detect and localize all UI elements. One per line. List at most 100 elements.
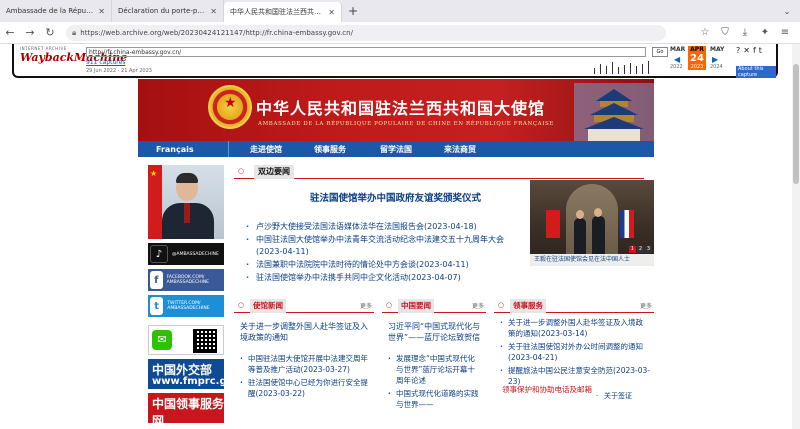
photo-page-button[interactable]: 3 <box>645 246 652 253</box>
list-item[interactable]: 中国驻法国大使馆举办中法青年交流活动纪念中法建交五十九周年大会(2023-04-… <box>246 234 524 258</box>
consular-protection-notice[interactable]: 领事保护和协助电话及邮箱 <box>502 384 592 395</box>
forward-arrow-icon[interactable]: → <box>20 23 40 43</box>
list-item[interactable]: 驻法国使馆举办中法携手共同中企文化活动(2023-04-07) <box>246 272 524 284</box>
tiktok-link[interactable]: ♪ @AMBASSADECHINE <box>148 243 224 265</box>
box-title[interactable]: 使馆新闻 <box>250 299 286 313</box>
list-item[interactable]: 中国驻法国大使馆开展中法建交周年等普及推广活动(2023-03-27) <box>240 353 370 375</box>
photo-person <box>592 216 605 256</box>
box-lead[interactable]: 习近平同“中国式现代化与世界”——蓝厅论坛致贺信 <box>388 321 486 343</box>
page-scrollbar[interactable] <box>792 44 800 429</box>
browser-tab-2[interactable]: Déclaration du porte-parole de l'Amb ✕ <box>112 0 224 22</box>
tiktok-label: @AMBASSADECHINE <box>172 251 219 257</box>
menu-icon[interactable]: ≡ <box>776 23 794 43</box>
menu-item-embassy[interactable]: 走进使馆 <box>250 144 282 155</box>
menu-francais[interactable]: Français <box>156 145 194 154</box>
box-title[interactable]: 中国要闻 <box>398 299 434 313</box>
wayback-logo[interactable]: INTERNET ARCHIVE WaybackMachine <box>20 46 127 72</box>
more-link[interactable]: 更多 <box>360 301 372 310</box>
facebook-label: FACEBOOK.COM/ AMBASSADECHINE <box>166 275 210 285</box>
photo-person-head <box>594 208 602 217</box>
browser-tab-1[interactable]: Ambassade de la République Popul ✕ <box>0 0 112 22</box>
chevron-down-icon[interactable]: ⌄ <box>774 0 800 22</box>
list-item[interactable]: 关于进一步调整外国人赴华签证及入境政策的通知(2023-03-14) <box>500 317 650 339</box>
browser-tab-bar: Ambassade de la République Popul ✕ Décla… <box>0 0 800 22</box>
extensions-icon[interactable]: ✦ <box>756 23 774 43</box>
site-title: 中华人民共和国驻法兰西共和国大使馆 <box>256 99 546 118</box>
twitter-label: TWITTER.COM/ AMBASSADECHINE <box>167 301 210 311</box>
mfa-link[interactable]: 中国外交部 www.fmprc.gov.cn <box>148 359 256 389</box>
shield-icon[interactable]: ⛉ <box>716 23 734 43</box>
site-banner: ★ 中华人民共和国驻法兰西共和国大使馆 AMBASSADE DE LA RÉPU… <box>138 79 654 141</box>
wayback-go-button[interactable]: Go <box>652 47 668 57</box>
photo-page-button[interactable]: 2 <box>637 246 644 253</box>
share-icon[interactable]: f <box>753 46 756 55</box>
more-link[interactable]: 更多 <box>472 301 484 310</box>
twitter-icon[interactable]: t <box>759 46 762 55</box>
list-item[interactable]: 卢沙野大使接受法国法语媒体法华在法国报告会(2023-04-18) <box>246 221 524 233</box>
address-bar[interactable]: 🔒︎ https://web.archive.org/web/202304241… <box>66 24 666 41</box>
list-item[interactable]: 发展理念“中国式现代化与世界”蓝厅论坛开幕十周年论述 <box>388 353 482 386</box>
list-item[interactable]: 关于驻法国使馆对外办公时间调整的通知(2023-04-21) <box>500 341 650 363</box>
close-icon[interactable]: ✕ <box>743 46 750 55</box>
wayback-captures-link[interactable]: 911 captures <box>86 59 125 66</box>
wayback-year-prev[interactable]: 2022 <box>670 64 683 70</box>
photo-pager: 1 2 3 <box>629 246 652 253</box>
wayback-month-prev[interactable]: MAR <box>670 46 685 53</box>
more-link[interactable]: 更多 <box>640 301 652 310</box>
back-arrow-icon[interactable]: ← <box>0 23 20 43</box>
site-subtitle: AMBASSADE DE LA RÉPUBLIQUE POPULAIRE DE … <box>258 121 555 127</box>
photo-person-head <box>576 210 584 219</box>
news-headline[interactable]: 驻法国使馆举办中国政府友谊奖颁奖仪式 <box>310 190 481 204</box>
wayback-year-next[interactable]: 2024 <box>710 64 723 70</box>
list-item[interactable]: 驻法国使馆中心已经为你进行安全提醒(2023-03-22) <box>240 377 370 399</box>
wechat-icon: ✉ <box>152 330 172 350</box>
box-list: 关于进一步调整外国人赴华签证及入境政策的通知(2023-03-14) 关于驻法国… <box>500 317 650 389</box>
photo-page-button[interactable]: 1 <box>629 246 636 253</box>
browser-tab-3-active[interactable]: 中华人民共和国驻法兰西共和国大使馆 ✕ <box>224 2 342 22</box>
twitter-icon: t <box>150 297 164 315</box>
download-icon[interactable]: ⤓ <box>736 23 754 43</box>
tab-title: 中华人民共和国驻法兰西共和国大使馆 <box>230 8 324 16</box>
tab-title: Ambassade de la République Popul <box>6 7 95 15</box>
menu-item-study[interactable]: 留学法国 <box>380 144 412 155</box>
photo-caption[interactable]: 王毅在驻法国使馆会见在法中国人士 <box>530 254 654 266</box>
about-capture-button[interactable]: About this capture <box>736 66 776 78</box>
prev-capture-icon[interactable]: ◀ <box>674 55 680 64</box>
photo-person <box>574 218 586 256</box>
qr-code-icon <box>193 329 217 353</box>
wayback-sparkline[interactable] <box>314 60 654 74</box>
list-item[interactable]: 法国兼职中法院院中法时待的情论处中方会谈(2023-04-11) <box>246 259 524 271</box>
ambassador-photo[interactable]: ★ <box>148 165 224 239</box>
reload-icon[interactable]: ↻ <box>40 23 60 43</box>
next-capture-icon[interactable]: ▶ <box>712 55 718 64</box>
main-menu: Français 走进使馆 领事服务 留学法国 来法商贸 <box>138 141 654 157</box>
twitter-link[interactable]: t TWITTER.COM/ AMBASSADECHINE <box>148 295 224 317</box>
wayback-day: 24 <box>688 53 706 64</box>
list-item[interactable]: 中国式现代化道路的实践与世界—— <box>388 388 482 410</box>
close-icon[interactable]: ✕ <box>98 7 105 16</box>
facebook-icon: f <box>150 271 163 289</box>
menu-item-trade[interactable]: 来法商贸 <box>444 144 476 155</box>
consular-service-link[interactable]: 中国领事服务网 <box>148 393 224 428</box>
close-icon[interactable]: ✕ <box>328 8 335 17</box>
wechat-qr[interactable]: ✉ <box>148 325 224 355</box>
star-icon[interactable]: ☆ <box>696 23 714 43</box>
section-icon: ○ <box>238 167 245 175</box>
temple-of-heaven-icon <box>574 83 654 141</box>
close-icon[interactable]: ✕ <box>210 7 217 16</box>
tab-bilateral-news[interactable]: 双边要闻 <box>254 165 294 179</box>
facebook-link[interactable]: f FACEBOOK.COM/ AMBASSADECHINE <box>148 269 224 291</box>
box-header: ○ 中国要闻 更多 <box>382 299 486 313</box>
menu-item-consular[interactable]: 领事服务 <box>314 144 346 155</box>
wayback-month-next[interactable]: MAY <box>710 46 724 53</box>
box-lead[interactable]: 关于进一步调整外国人赴华签证及入境政策的通知 <box>240 321 374 343</box>
new-tab-icon[interactable]: + <box>342 0 364 22</box>
scroll-thumb[interactable] <box>793 64 799 184</box>
national-emblem-icon: ★ <box>208 85 252 129</box>
visa-link[interactable]: 关于签证 <box>596 391 632 401</box>
photo-flag-china <box>546 210 560 238</box>
help-icon[interactable]: ? <box>736 46 740 55</box>
box-title[interactable]: 领事服务 <box>510 299 546 313</box>
news-photo[interactable]: 1 2 3 王毅在驻法国使馆会见在法中国人士 <box>530 180 654 266</box>
wayback-url-input[interactable]: http://fr.china-embassy.gov.cn/ <box>86 47 646 57</box>
